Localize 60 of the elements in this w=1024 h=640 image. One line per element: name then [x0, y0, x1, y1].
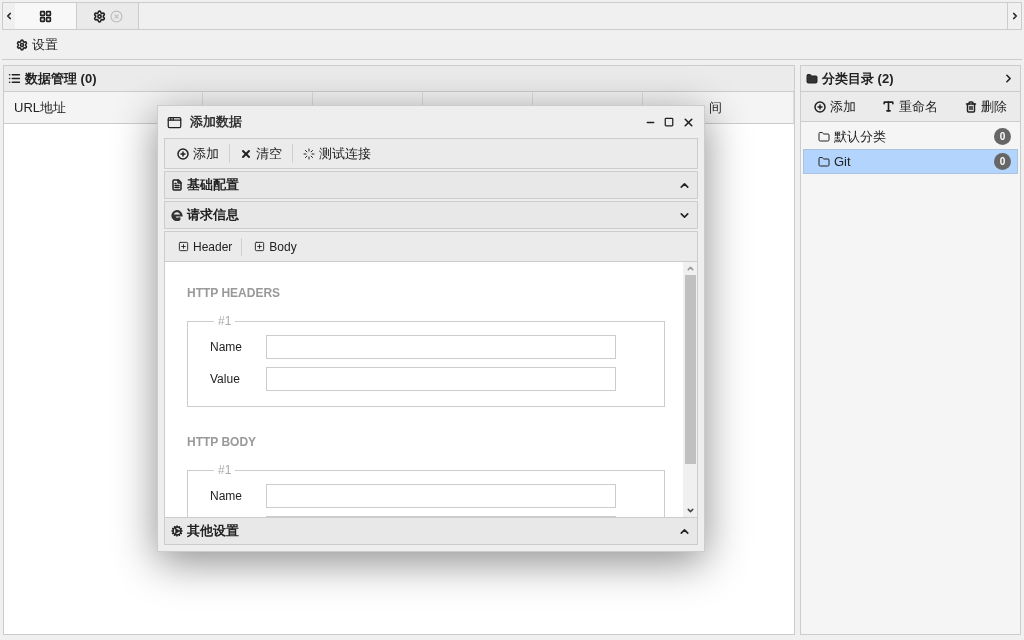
scroll-down-icon[interactable]	[685, 506, 695, 515]
add-icon	[177, 147, 189, 160]
subtab-button[interactable]: Header	[175, 237, 236, 256]
caret-left-icon	[4, 11, 14, 21]
section-header[interactable]: 其他设置	[164, 517, 698, 545]
close-icon[interactable]	[682, 115, 695, 129]
section-title: 请求信息	[187, 206, 240, 225]
close-icon	[240, 147, 252, 160]
settings-button[interactable]: 设置	[16, 34, 58, 55]
folder-icon	[818, 155, 830, 168]
maximize-icon[interactable]	[664, 117, 674, 127]
category-label: Git	[834, 152, 852, 171]
toolbar-button[interactable]: 测试连接	[292, 143, 375, 164]
window-icon	[167, 114, 182, 130]
category-item[interactable]: Git 0	[803, 149, 1018, 174]
section-header[interactable]: 基础配置	[164, 171, 698, 199]
panel-title: 数据管理 (0)	[25, 69, 97, 88]
toolbar-button[interactable]: 删除	[960, 96, 1011, 117]
input-field[interactable]	[266, 367, 616, 391]
field-label: Value	[210, 371, 241, 388]
count-badge: 0	[994, 153, 1011, 170]
scrollbar-thumb[interactable]	[684, 275, 696, 464]
spinner-icon	[303, 147, 315, 160]
tab[interactable]	[77, 3, 139, 29]
font-icon	[882, 100, 896, 113]
field-label: Name	[210, 339, 243, 356]
subtab-button[interactable]: Body	[241, 237, 300, 256]
folder-icon	[806, 72, 818, 85]
input-field[interactable]	[266, 484, 616, 508]
list-icon	[8, 72, 21, 85]
group-title: HTTP BODY	[187, 434, 258, 451]
field-label: Name	[210, 488, 243, 505]
tab[interactable]	[15, 3, 77, 29]
plus-box-icon	[254, 241, 266, 252]
toolbar-button[interactable]: 添加	[173, 143, 223, 164]
category-label: 默认分类	[834, 127, 887, 146]
panel-title: 分类目录 (2)	[822, 69, 895, 88]
category-item[interactable]: 默认分类 0	[803, 124, 1018, 149]
trash-icon	[964, 100, 977, 113]
settings-icon	[92, 9, 106, 23]
plus-box-icon	[178, 241, 189, 252]
folder-icon	[818, 130, 830, 143]
file-icon	[171, 179, 183, 191]
toolbar-button[interactable]: 添加	[810, 96, 861, 117]
toolbar-button[interactable]: 重命名	[878, 96, 943, 117]
settings-icon	[16, 38, 28, 51]
input-field[interactable]	[266, 335, 616, 359]
count-badge: 0	[994, 128, 1011, 145]
fieldset-legend: #1	[214, 461, 236, 479]
browser-icon	[171, 209, 183, 221]
add-icon	[814, 100, 827, 113]
scrollbar[interactable]	[683, 262, 697, 517]
fieldset-legend: #1	[214, 312, 236, 330]
toolbar-button[interactable]: 清空	[229, 143, 286, 164]
section-header[interactable]: 请求信息	[164, 201, 698, 229]
grid-icon	[39, 9, 52, 23]
section-title: 基础配置	[187, 176, 240, 195]
section-title: 其他设置	[187, 522, 240, 541]
gears-icon	[171, 525, 183, 537]
group-title: HTTP HEADERS	[187, 285, 282, 302]
